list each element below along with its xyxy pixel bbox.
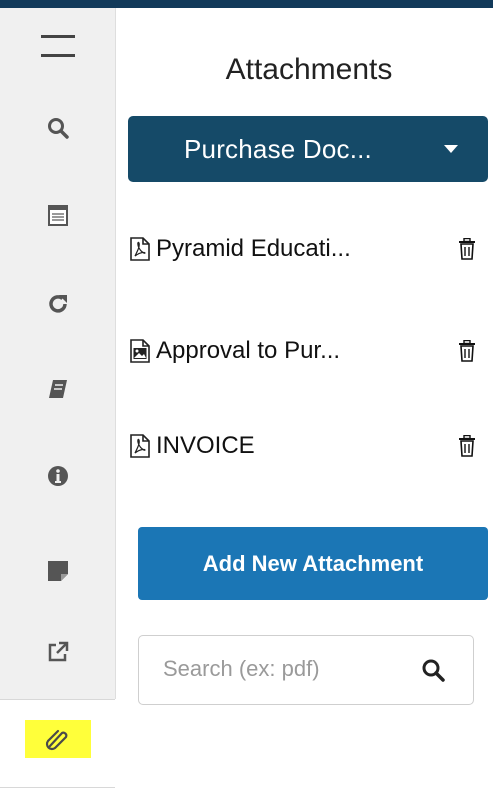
calendar-icon [48, 205, 68, 226]
menu-icon [41, 35, 75, 57]
attachment-item: INVOICE [130, 428, 480, 464]
pdf-file-icon [130, 237, 150, 261]
sidebar-item-note[interactable] [34, 547, 82, 595]
external-link-icon [48, 641, 69, 662]
sidebar-item-info[interactable] [34, 452, 82, 500]
trash-icon[interactable] [458, 340, 476, 362]
sidebar [0, 8, 116, 700]
attachment-name[interactable]: Approval to Pur... [156, 337, 340, 365]
caret-down-icon [444, 145, 458, 153]
sidebar-divider [0, 699, 115, 700]
sidebar-item-search[interactable] [34, 104, 82, 152]
attachment-item: Approval to Pur... [130, 333, 480, 369]
attachment-search-box [138, 635, 474, 705]
attachment-search-input[interactable] [163, 652, 403, 686]
top-bar [0, 0, 493, 8]
pdf-file-icon [130, 434, 150, 458]
paperclip-icon [45, 729, 68, 751]
sidebar-item-calendar[interactable] [34, 191, 82, 239]
menu-button[interactable] [34, 22, 82, 70]
add-new-attachment-button[interactable]: Add New Attachment [138, 527, 488, 600]
search-icon[interactable] [421, 658, 445, 682]
sidebar-item-book[interactable] [34, 365, 82, 413]
sidebar-item-attachments[interactable] [25, 720, 91, 758]
note-icon [48, 561, 68, 581]
refresh-icon [49, 295, 67, 313]
attachment-name[interactable]: INVOICE [156, 432, 255, 460]
attachment-item: Pyramid Educati... [130, 231, 480, 267]
attachment-name[interactable]: Pyramid Educati... [156, 235, 351, 263]
info-icon [48, 466, 68, 486]
image-file-icon [130, 339, 150, 363]
sidebar-item-external-link[interactable] [34, 628, 82, 676]
book-icon [49, 380, 67, 398]
document-type-select[interactable]: Purchase Doc... [128, 116, 488, 182]
trash-icon[interactable] [458, 238, 476, 260]
trash-icon[interactable] [458, 435, 476, 457]
document-type-selected: Purchase Doc... [184, 133, 372, 164]
panel-title: Attachments [225, 53, 393, 86]
sidebar-item-refresh[interactable] [34, 280, 82, 328]
search-icon [48, 118, 69, 139]
